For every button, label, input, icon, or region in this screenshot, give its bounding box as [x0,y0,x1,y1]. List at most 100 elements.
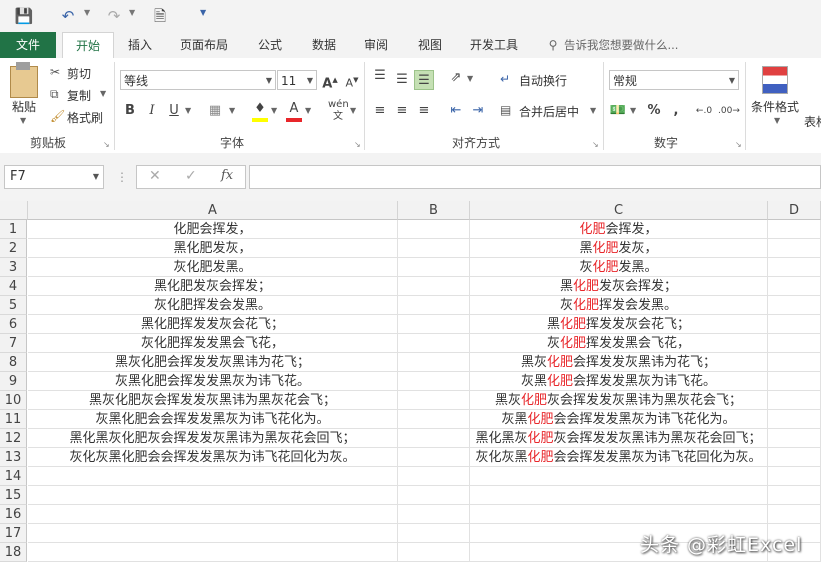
row-header[interactable]: 4 [0,277,27,296]
font-color-dropdown-icon[interactable]: ▼ [305,106,311,115]
cell-c[interactable]: 灰化肥挥发发黑会飞花， [470,334,768,353]
column-header-b[interactable]: B [398,201,470,220]
italic-icon[interactable]: I [142,101,162,121]
cell-b[interactable] [398,467,470,486]
font-color-icon[interactable]: A [284,99,304,119]
format-painter-button[interactable]: 格式刷 [67,109,103,126]
cell-d[interactable] [768,315,821,334]
print-preview-icon[interactable]: 🗎 [150,6,170,26]
tab-page-layout[interactable]: 页面布局 [176,32,232,58]
cell-c[interactable]: 黑化肥发灰会挥发； [470,277,768,296]
row-header[interactable]: 7 [0,334,27,353]
cut-button[interactable]: 剪切 [67,65,91,82]
align-middle-icon[interactable]: ☰ [392,70,412,90]
column-header-a[interactable]: A [28,201,398,220]
cell-d[interactable] [768,486,821,505]
cell-d[interactable] [768,239,821,258]
cell-b[interactable] [398,296,470,315]
cell-d[interactable] [768,372,821,391]
cell-d[interactable] [768,334,821,353]
align-right-icon[interactable]: ≡ [414,101,434,121]
row-header[interactable]: 14 [0,467,27,486]
cell-d[interactable] [768,448,821,467]
tab-developer[interactable]: 开发工具 [466,32,522,58]
tell-me-search[interactable]: 告诉我您想要做什么... [564,32,678,58]
tab-insert[interactable]: 插入 [122,32,158,58]
cell-d[interactable] [768,467,821,486]
align-bottom-icon[interactable]: ☰ [414,70,434,90]
row-header[interactable]: 15 [0,486,27,505]
cell-c[interactable]: 灰黑化肥会会挥发发黑灰为讳飞花化为。 [470,410,768,429]
row-header[interactable]: 11 [0,410,27,429]
cell-a[interactable]: 灰化肥挥发会发黑。 [28,296,398,315]
cell-d[interactable] [768,220,821,239]
cell-a[interactable]: 灰化肥挥发发黑会飞花， [28,334,398,353]
cell-d[interactable] [768,391,821,410]
cell-c[interactable]: 化肥会挥发， [470,220,768,239]
cell-b[interactable] [398,353,470,372]
row-header[interactable]: 3 [0,258,27,277]
font-launcher-icon[interactable]: ↘ [354,140,361,149]
cell-a[interactable]: 黑化肥挥发发灰会花飞； [28,315,398,334]
merge-center-button[interactable]: 合并后居中 [519,103,579,120]
cell-a[interactable]: 黑化黑灰化肥灰会挥发发灰黑讳为黑灰花会回飞； [28,429,398,448]
cell-b[interactable] [398,239,470,258]
comma-style-icon[interactable]: , [666,101,686,121]
insert-function-icon[interactable]: fx [221,168,233,183]
cell-c[interactable]: 黑灰化肥会挥发发灰黑讳为花飞； [470,353,768,372]
cell-a[interactable]: 灰黑化肥会挥发发黑灰为讳飞花。 [28,372,398,391]
row-header[interactable]: 17 [0,524,27,543]
copy-dropdown-icon[interactable]: ▼ [100,89,106,98]
row-header[interactable]: 5 [0,296,27,315]
underline-dropdown-icon[interactable]: ▼ [185,106,191,115]
phonetic-icon[interactable]: wén 文 [328,99,349,122]
save-icon[interactable]: 💾 [14,6,34,26]
cell-c[interactable] [470,467,768,486]
cell-b[interactable] [398,391,470,410]
cell-c[interactable]: 灰化肥挥发会发黑。 [470,296,768,315]
decrease-decimal-icon[interactable]: .00→ [718,101,740,121]
align-top-icon[interactable]: ☰ [370,66,390,86]
confirm-icon[interactable]: ✓ [185,168,197,184]
cell-c[interactable]: 灰化灰黑化肥会会挥发发黑灰为讳飞花回化为灰。 [470,448,768,467]
conditional-formatting-button[interactable]: 条件格式 [751,98,799,115]
cell-d[interactable] [768,505,821,524]
cell-c[interactable]: 黑化肥挥发发灰会花飞； [470,315,768,334]
cell-a[interactable] [28,486,398,505]
tab-file[interactable]: 文件 [0,32,56,58]
cancel-icon[interactable]: ✕ [149,168,161,184]
cell-b[interactable] [398,277,470,296]
currency-icon[interactable]: 💵 [608,101,628,121]
undo-icon[interactable]: ↶ [58,6,78,26]
cell-b[interactable] [398,543,470,562]
redo-icon[interactable]: ↷ [104,6,124,26]
name-box[interactable]: F7 ▼ [4,165,104,189]
cell-a[interactable]: 灰黑化肥会会挥发发黑灰为讳飞花化为。 [28,410,398,429]
customize-toolbar-icon[interactable]: ▼ [200,8,206,17]
cell-a[interactable]: 化肥会挥发， [28,220,398,239]
row-header[interactable]: 18 [0,543,27,562]
cell-a[interactable]: 灰化灰黑化肥会会挥发发黑灰为讳飞花回化为灰。 [28,448,398,467]
cell-a[interactable]: 黑灰化肥会挥发发灰黑讳为花飞； [28,353,398,372]
tab-home[interactable]: 开始 [62,32,114,60]
column-header-d[interactable]: D [768,201,821,220]
cell-a[interactable] [28,524,398,543]
copy-button[interactable]: 复制 [67,87,91,104]
underline-icon[interactable]: U [164,101,184,121]
formula-input[interactable] [249,165,821,189]
cell-a[interactable]: 黑灰化肥灰会挥发发灰黑讳为黑灰花会飞； [28,391,398,410]
cell-b[interactable] [398,448,470,467]
column-header-c[interactable]: C [470,201,768,220]
number-launcher-icon[interactable]: ↘ [735,140,742,149]
cell-c[interactable]: 黑化肥发灰， [470,239,768,258]
alignment-launcher-icon[interactable]: ↘ [592,140,599,149]
font-name-select[interactable]: 等线 ▼ [120,70,276,90]
cell-b[interactable] [398,372,470,391]
cell-b[interactable] [398,505,470,524]
tab-formulas[interactable]: 公式 [252,32,288,58]
bold-icon[interactable]: B [120,101,140,121]
cell-b[interactable] [398,334,470,353]
cell-b[interactable] [398,315,470,334]
cell-c[interactable]: 灰黑化肥会挥发发黑灰为讳飞花。 [470,372,768,391]
currency-dropdown-icon[interactable]: ▼ [630,106,636,115]
